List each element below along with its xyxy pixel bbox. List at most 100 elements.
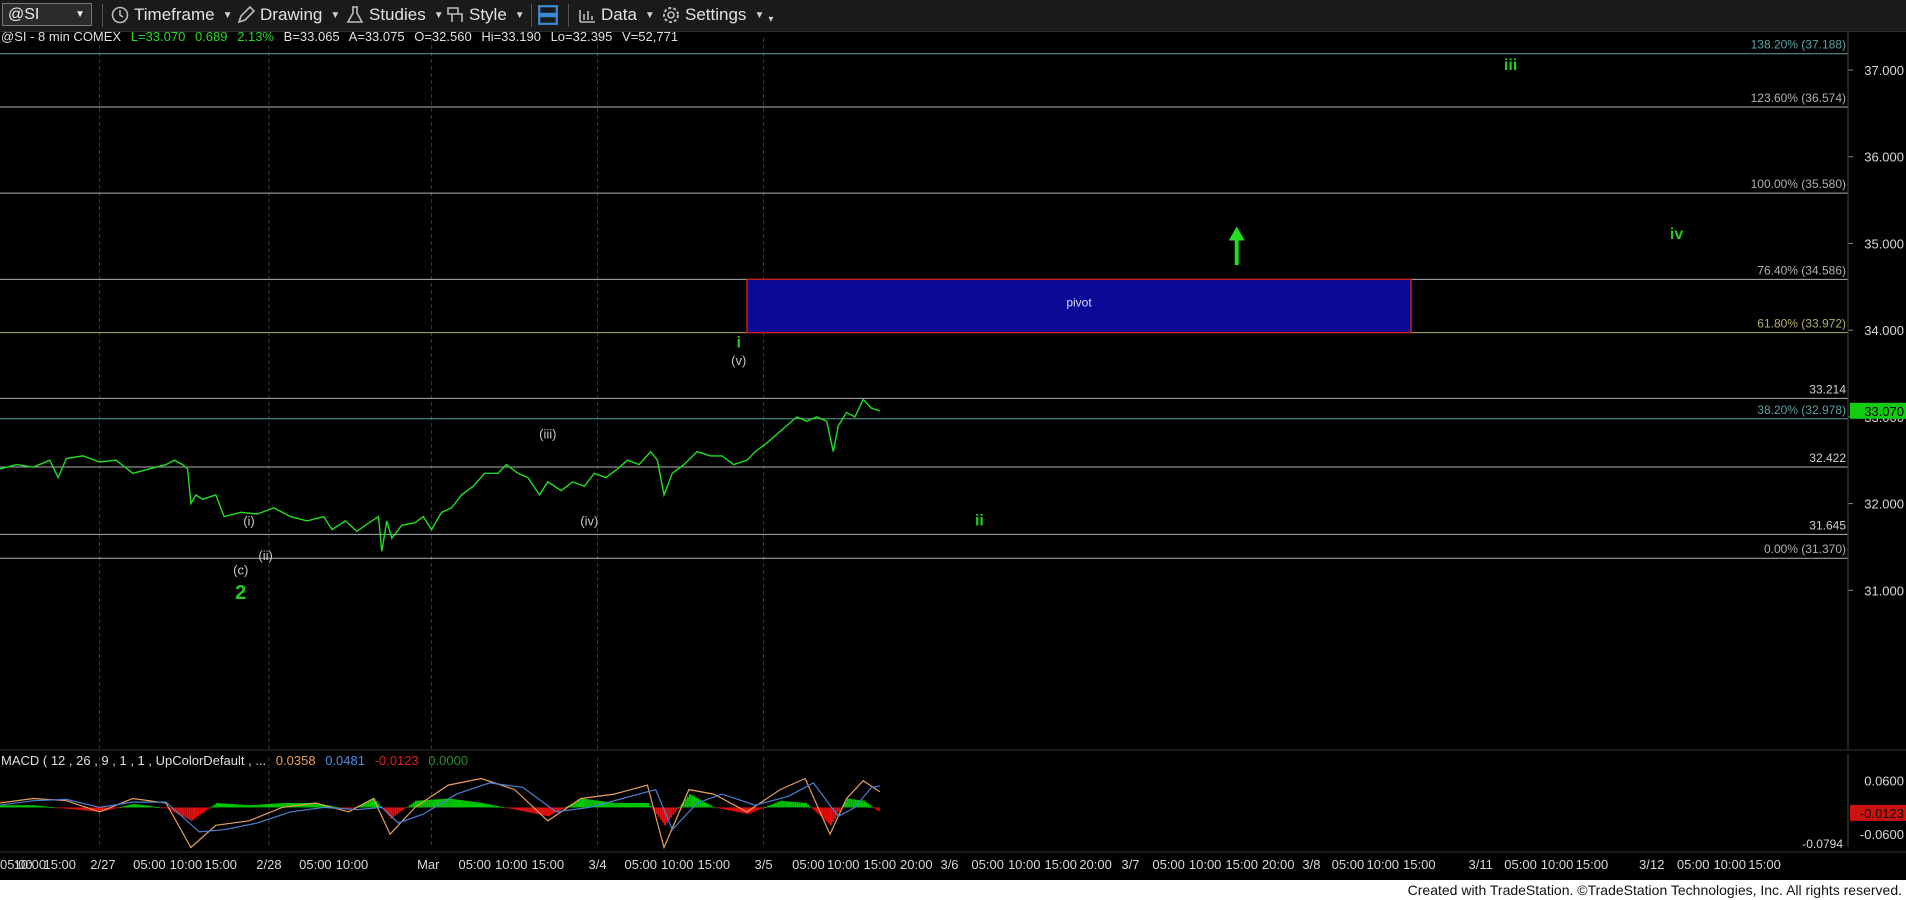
- macd-hist-bar: [252, 804, 255, 808]
- macd-hist-bar: [522, 807, 525, 812]
- timeframe-menu[interactable]: Timeframe ▼: [110, 4, 233, 26]
- macd-hist-bar: [721, 807, 724, 810]
- macd-hist-bar: [469, 801, 472, 808]
- macd-hist-bar: [428, 799, 431, 808]
- macd-hist-bar: [156, 807, 159, 808]
- macd-hist-bar: [695, 797, 698, 808]
- macd-hist-bar: [402, 807, 405, 810]
- macd-hist-bar: [875, 807, 878, 810]
- symbol-selector[interactable]: @SI ▼: [2, 3, 92, 26]
- macd-hist-bar: [68, 807, 71, 809]
- macd-header: MACD ( 12 , 26 , 9 , 1 , 1 , UpColorDefa…: [1, 753, 468, 768]
- chevron-down-icon: ▼: [514, 9, 525, 21]
- chevron-down-icon: ▼: [433, 9, 444, 21]
- macd-hist-bar: [408, 805, 411, 808]
- time-tick-label: 05:00: [1677, 857, 1710, 872]
- macd-hist-bar: [50, 807, 53, 808]
- macd-hist-bar: [625, 802, 628, 808]
- price-series: [0, 398, 881, 552]
- wave-label: iii: [1504, 57, 1517, 74]
- macd-panel[interactable]: MACD ( 12 , 26 , 9 , 1 , 1 , UpColorDefa…: [0, 749, 1906, 851]
- macd-hist-bar: [209, 807, 212, 809]
- macd-hist-bar: [3, 805, 6, 808]
- macd-hist-bar: [674, 807, 677, 813]
- macd-hist-bar: [622, 802, 625, 808]
- macd-hist-bar: [709, 805, 712, 808]
- chart-grid: [99, 38, 765, 847]
- macd-hist-bar: [788, 801, 791, 808]
- macd-hist-bar: [142, 805, 145, 808]
- macd-hist-bar: [235, 804, 238, 808]
- macd-hist-bar: [614, 802, 617, 808]
- macd-hist-bar: [830, 807, 832, 826]
- macd-hist-bar: [274, 803, 277, 808]
- macd-hist-bar: [76, 807, 79, 810]
- macd-hist-bar: [497, 806, 500, 808]
- macd-hist-bar: [56, 807, 59, 809]
- macd-hist-bar: [454, 799, 457, 808]
- info-last: L=33.070: [131, 32, 186, 44]
- macd-hist-bar: [846, 798, 849, 808]
- macd-hist-bar: [233, 804, 236, 808]
- time-date-label: 3/4: [589, 857, 607, 872]
- macd-hist-bar: [610, 802, 613, 808]
- drawing-menu[interactable]: Drawing ▼: [236, 4, 340, 26]
- settings-label: Settings: [685, 5, 747, 24]
- time-tick-label: 05:00: [971, 857, 1004, 872]
- macd-hist-bar: [733, 807, 736, 812]
- macd-hist-bar: [192, 807, 195, 820]
- chevron-down-icon: ▼: [644, 9, 655, 21]
- price-chart[interactable]: 138.20% (37.188) 123.60% (36.574) 100.00% …: [0, 32, 1906, 880]
- macd-axis: 0.0600 -0.0600 -0.0123 -0.0794: [1802, 754, 1906, 851]
- info-change: 0.689: [195, 32, 228, 44]
- studies-menu[interactable]: Studies ▼: [345, 4, 444, 26]
- layout-button[interactable]: [536, 4, 564, 26]
- toolbar-separator: [531, 4, 532, 27]
- macd-hist-bar: [456, 799, 459, 808]
- macd-hist-bar: [825, 807, 828, 822]
- time-tick-label: 20:00: [1262, 857, 1295, 872]
- macd-hist-bar: [48, 806, 51, 808]
- macd-hist-bar: [713, 807, 716, 809]
- macd-hist-bar: [80, 807, 83, 811]
- macd-label: MACD ( 12 , 26 , 9 , 1 , 1 , UpColorDefa…: [1, 753, 266, 768]
- macd-hist-bar: [219, 803, 222, 808]
- wave-label: (v): [731, 353, 746, 368]
- fib-level-label: 76.40% (34.586): [1757, 263, 1846, 277]
- macd-hist-bar: [803, 802, 806, 808]
- macd-hist-bar: [796, 802, 799, 808]
- time-tick-label: 15:00: [1403, 857, 1436, 872]
- time-date-label: 3/6: [940, 857, 958, 872]
- time-tick-label: 15:00: [205, 857, 238, 872]
- wave-label: (c): [233, 563, 248, 578]
- macd-hist-bar: [512, 807, 515, 810]
- macd-hist-bar: [635, 802, 638, 808]
- wave-label: (iv): [580, 513, 598, 528]
- macd-hist-bar: [256, 804, 259, 808]
- macd-hist-bar: [815, 807, 818, 813]
- time-tick-label: 10:00: [827, 857, 860, 872]
- price-tick-label: 35.000: [1864, 236, 1904, 251]
- data-label: Data: [601, 5, 637, 24]
- time-tick-label: 15:00: [698, 857, 731, 872]
- info-low: Lo=32.395: [551, 32, 613, 44]
- macd-hist-bar: [136, 804, 139, 808]
- style-menu[interactable]: Style ▼: [445, 4, 525, 26]
- macd-hist-bar: [526, 807, 529, 813]
- macd-hist-bar: [792, 801, 795, 808]
- macd-hist-bar: [754, 807, 757, 811]
- macd-hist-bar: [371, 799, 374, 808]
- macd-hist-bar: [239, 804, 242, 808]
- info-ask: A=33.075: [349, 32, 405, 44]
- price-level-label: 33.214: [1809, 382, 1846, 396]
- macd-hist-bar: [711, 806, 714, 808]
- fib-level-label: 0.00% (31.370): [1764, 542, 1846, 556]
- data-menu[interactable]: Data ▼: [577, 4, 655, 26]
- pencil-icon: [237, 5, 256, 24]
- time-tick-label: 05:00: [1152, 857, 1185, 872]
- macd-hist-bar: [430, 799, 433, 808]
- macd-hist-bar: [766, 806, 769, 808]
- macd-hist-bar: [398, 807, 401, 813]
- macd-hist-bar: [211, 805, 214, 808]
- settings-menu[interactable]: Settings ▼ ▾: [661, 4, 773, 26]
